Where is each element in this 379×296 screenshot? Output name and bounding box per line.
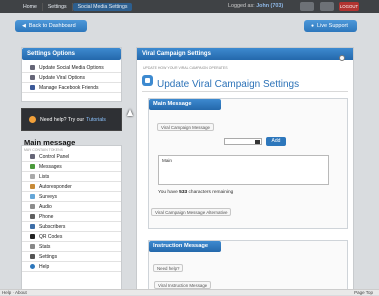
mouse-cursor-icon [127,109,133,116]
settings-item-label: Update Social Media Options [39,64,104,71]
top-navigation-bar: Home Settings Social Media Settings Logg… [0,0,379,13]
remaining-count: 533 [179,190,188,195]
viral-instruction-message-tag: Viral Instruction Message [154,281,212,289]
bottom-status-bar: Help · About Page Top [0,289,379,295]
nav-stats[interactable]: Stats [22,242,121,252]
nav-settings[interactable]: Settings [22,252,121,262]
settings-item-social-media[interactable]: Update Social Media Options [22,63,121,73]
live-support-label: Live Support [317,23,348,29]
nav-subscribers[interactable]: Subscribers [22,222,121,232]
settings-item-label: Update Viral Options [39,74,86,81]
instruction-message-header: Instruction Message [149,241,221,252]
main-message-sublabel: MAY CONTAIN TOKENS [24,148,63,152]
characters-remaining: You have 533 characters remaining [158,190,233,195]
settings-item-viral[interactable]: Update Viral Options [22,73,121,83]
viral-campaign-message-tag: Viral Campaign Message [157,123,214,131]
page-subtitle: UPDATE HOW YOUR VIRAL CAMPAIGN OPERATES [143,66,228,70]
nav-label: Help [39,263,50,270]
user-icon[interactable] [300,2,314,11]
help-text: Need help? Try our [40,116,85,123]
viral-campaign-message-alternative-tag[interactable]: Viral Campaign Message Alternative [151,208,232,216]
nav-control-panel[interactable]: Control Panel [22,152,121,162]
main-message-label: Main message [24,138,76,147]
help-circle-icon [30,264,35,269]
social-media-icon [30,65,35,70]
settings-options-panel: Settings Options Update Social Media Opt… [21,47,122,102]
top-nav-settings[interactable]: Settings [43,3,73,11]
page-title: Update Viral Campaign Settings [157,79,300,90]
title-divider [142,91,348,92]
back-to-dashboard-label: Back to Dashboard [28,23,76,29]
main-panel-header: Viral Campaign Settings [137,48,353,60]
nav-label: Settings [39,253,58,260]
instruction-need-help-button[interactable]: Need help? [153,264,184,272]
info-icon[interactable] [339,55,345,61]
nav-surveys[interactable]: Surveys [22,192,121,202]
add-token-button[interactable]: Add [266,137,286,146]
nav-label: Stats [39,243,51,250]
settings-item-label: Manage Facebook Friends [39,84,99,91]
tutorials-link[interactable]: Tutorials [86,117,106,123]
top-nav: Home Settings Social Media Settings [18,3,133,11]
nav-audio[interactable]: Audio [22,202,121,212]
main-nav-panel: Control Panel Messages Lists Autorespond… [21,145,122,295]
nav-qr-codes[interactable]: QR Codes [22,232,121,242]
nav-label: Surveys [39,193,58,200]
help-icon [29,116,36,123]
login-status: Logged as: John (703) [228,3,283,9]
top-nav-home[interactable]: Home [18,3,43,11]
autoresponder-icon [30,184,35,189]
nav-messages[interactable]: Messages [22,162,121,172]
phone-icon [30,214,35,219]
nav-lists[interactable]: Lists [22,172,121,182]
nav-label: Messages [39,163,62,170]
qr-code-icon [30,234,35,239]
help-box: Need help? Try our Tutorials [21,108,122,131]
nav-label: Subscribers [39,223,66,230]
nav-label: Autoresponder [39,183,72,190]
gear-icon [30,254,35,259]
surveys-icon [30,194,35,199]
live-support-button[interactable]: ● Live Support [304,20,357,32]
login-prefix: Logged as: [228,3,257,9]
control-panel-icon [30,154,35,159]
stats-icon [30,244,35,249]
messages-icon [30,164,35,169]
user-name: John (703) [256,3,284,9]
campaign-settings-icon [142,75,153,86]
page-top-link[interactable]: Page Top [354,290,373,296]
nav-label: QR Codes [39,233,63,240]
main-message-header: Main Message [149,99,221,110]
subscribers-icon [30,224,35,229]
logout-button[interactable]: LOGOUT [339,2,359,11]
chevron-left-icon: ◀ [22,23,26,29]
nav-label: Phone [39,213,54,220]
main-message-textarea[interactable]: Main [158,155,329,185]
nav-label: Lists [39,173,50,180]
top-nav-social-media-settings[interactable]: Social Media Settings [72,3,133,11]
nav-autoresponder[interactable]: Autoresponder [22,182,121,192]
nav-label: Audio [39,203,52,210]
nav-help[interactable]: Help [22,262,121,272]
settings-options-title: Settings Options [22,48,121,60]
settings-icon[interactable] [320,2,334,11]
facebook-icon [30,85,35,90]
nav-label: Control Panel [39,153,70,160]
settings-item-facebook[interactable]: Manage Facebook Friends [22,83,121,93]
nav-phone[interactable]: Phone [22,212,121,222]
audio-icon [30,204,35,209]
remaining-suffix: characters remaining [187,190,234,195]
chat-icon: ● [311,23,315,29]
token-select[interactable] [224,138,262,145]
viral-icon [30,75,35,80]
back-to-dashboard-button[interactable]: ◀ Back to Dashboard [15,20,87,32]
status-left-links[interactable]: Help · About [2,290,27,296]
remaining-prefix: You have [158,190,180,195]
lists-icon [30,174,35,179]
